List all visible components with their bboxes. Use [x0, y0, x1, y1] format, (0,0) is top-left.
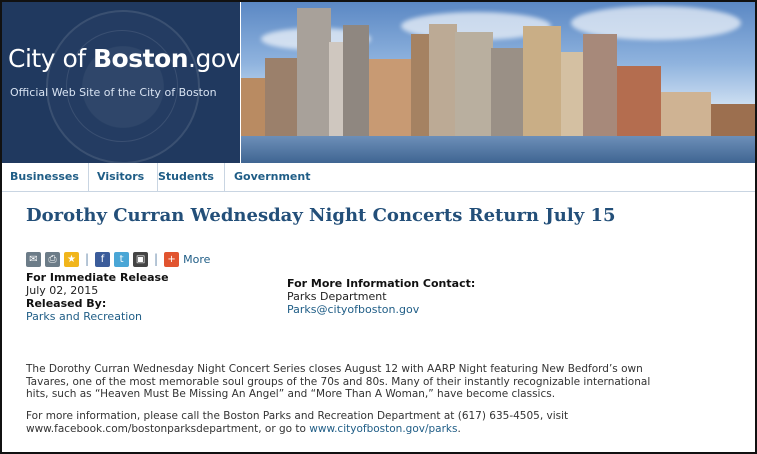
- nav-item-students[interactable]: Students: [150, 163, 225, 191]
- site-tagline: Official Web Site of the City of Boston: [10, 86, 217, 99]
- body-paragraph-1: The Dorothy Curran Wednesday Night Conce…: [26, 363, 726, 401]
- print-icon[interactable]: ⎙: [45, 251, 60, 267]
- release-label: For Immediate Release: [26, 271, 169, 284]
- share-separator-2: |: [154, 252, 159, 266]
- page-title: Dorothy Curran Wednesday Night Concerts …: [26, 205, 616, 226]
- star-icon[interactable]: ★: [64, 251, 79, 267]
- body-p2-prefix: www.facebook.com/bostonparksdepartment, …: [26, 422, 310, 435]
- site-header: City of Boston.gov Official Web Site of …: [2, 2, 755, 163]
- released-by-link[interactable]: Parks and Recreation: [26, 310, 276, 323]
- contact-name: Parks Department: [287, 290, 387, 303]
- body-p2-suffix: .: [457, 422, 461, 435]
- logo-panel[interactable]: City of Boston.gov Official Web Site of …: [2, 2, 240, 163]
- body-p1-line2: Tavares, one of the most memorable soul …: [26, 375, 651, 388]
- body-p2-line1: For more information, please call the Bo…: [26, 410, 569, 422]
- release-date: July 02, 2015: [26, 284, 99, 297]
- page-frame: City of Boston.gov Official Web Site of …: [0, 0, 757, 454]
- body-paragraph-2: For more information, please call the Bo…: [26, 410, 726, 435]
- contact-label: For More Information Contact:: [287, 277, 476, 290]
- twitter-icon[interactable]: t: [114, 251, 130, 267]
- body-p2-line2: www.facebook.com/bostonparksdepartment, …: [26, 423, 726, 436]
- facebook-icon[interactable]: f: [95, 251, 111, 267]
- plus-icon[interactable]: +: [164, 251, 180, 267]
- release-info: For Immediate Release July 02, 2015 Rele…: [26, 271, 276, 323]
- brand-bold: Boston: [93, 44, 189, 73]
- more-share-link[interactable]: More: [183, 253, 210, 266]
- body-p1-line1: The Dorothy Curran Wednesday Night Conce…: [26, 363, 643, 375]
- contact-email-link[interactable]: Parks@cityofboston.gov: [287, 303, 567, 316]
- email-icon[interactable]: ✉: [26, 251, 41, 267]
- body-p1-line3: hits, such as “Heaven Must Be Missing An…: [26, 388, 556, 400]
- share-bar: ✉ ⎙ ★ | f t ▣ | + More: [26, 251, 210, 267]
- primary-nav: Businesses Visitors Students Government: [2, 163, 755, 192]
- site-logo[interactable]: City of Boston.gov: [8, 44, 240, 73]
- nav-item-visitors[interactable]: Visitors: [89, 163, 158, 191]
- brand-suffix: .gov: [188, 44, 240, 73]
- nav-item-government[interactable]: Government: [226, 163, 324, 191]
- harbor-water: [241, 136, 755, 163]
- share-separator: |: [85, 252, 90, 266]
- delicious-icon[interactable]: ▣: [133, 251, 149, 267]
- skyline-banner-image: [241, 2, 755, 163]
- brand-city: City of: [8, 44, 93, 73]
- nav-item-businesses[interactable]: Businesses: [2, 163, 89, 191]
- released-by-label: Released By:: [26, 297, 107, 310]
- contact-info: For More Information Contact: Parks Depa…: [287, 277, 567, 316]
- parks-website-link[interactable]: www.cityofboston.gov/parks: [309, 423, 457, 435]
